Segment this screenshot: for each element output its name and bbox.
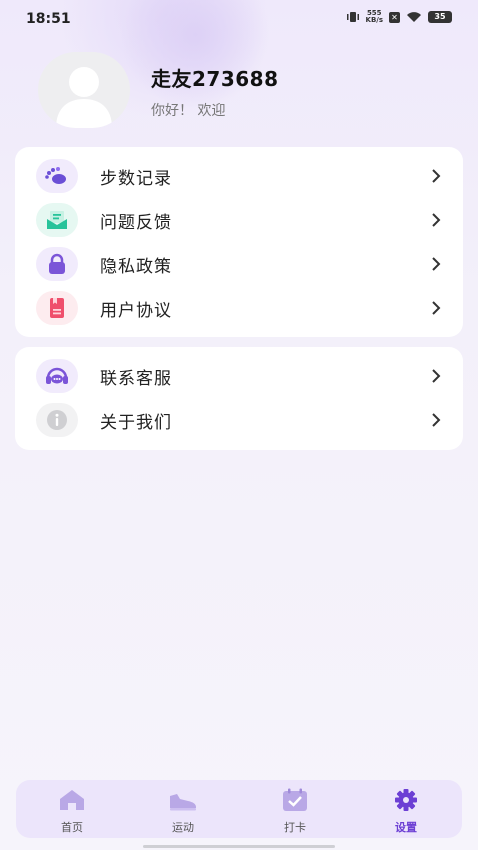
battery-icon: 35 — [428, 11, 452, 23]
menu-item-feedback[interactable]: 问题反馈 — [15, 198, 463, 242]
tab-home[interactable]: 首页 — [32, 780, 112, 838]
sneaker-icon — [170, 794, 196, 811]
tab-label: 设置 — [395, 821, 417, 834]
feedback-icon — [36, 203, 78, 237]
menu-item-label: 关于我们 — [100, 412, 172, 433]
tab-label: 打卡 — [284, 821, 306, 834]
calendar-check-icon — [283, 788, 307, 811]
menu-card-support: 联系客服 关于我们 — [15, 347, 463, 450]
document-icon — [36, 291, 78, 325]
wifi-icon — [407, 12, 421, 22]
menu-item-about-us[interactable]: 关于我们 — [15, 398, 463, 442]
menu-item-label: 隐私政策 — [100, 256, 172, 277]
menu-item-label: 问题反馈 — [100, 212, 172, 233]
menu-item-label: 联系客服 — [100, 368, 172, 389]
menu-item-customer-service[interactable]: 联系客服 — [15, 354, 463, 398]
chevron-right-icon — [432, 257, 441, 271]
chevron-right-icon — [432, 213, 441, 227]
menu-card-main: 步数记录 问题反馈 隐私政策 用户协议 — [15, 147, 463, 337]
footprint-icon — [36, 159, 78, 193]
default-avatar-icon — [56, 67, 112, 128]
tab-settings[interactable]: 设置 — [366, 780, 446, 838]
network-speed: 555 KB/s — [365, 9, 383, 24]
lock-icon — [36, 247, 78, 281]
gear-icon — [395, 789, 417, 811]
info-icon — [36, 403, 78, 437]
menu-item-privacy-policy[interactable]: 隐私政策 — [15, 242, 463, 286]
menu-item-step-records[interactable]: 步数记录 — [15, 154, 463, 198]
chevron-right-icon — [432, 413, 441, 427]
headset-icon — [36, 359, 78, 393]
greeting-text: 你好！ 欢迎 — [151, 103, 226, 119]
no-sim-icon: ✕ — [389, 11, 400, 23]
status-bar: 18:51 555 KB/s ✕ 35 — [0, 0, 478, 38]
chevron-right-icon — [432, 369, 441, 383]
tab-label: 首页 — [61, 821, 83, 834]
avatar[interactable] — [38, 52, 130, 128]
chevron-right-icon — [432, 169, 441, 183]
status-icons: 555 KB/s ✕ 35 — [346, 10, 452, 24]
chevron-right-icon — [432, 301, 441, 315]
bottom-tab-bar: 首页 运动 打卡 设置 — [16, 780, 462, 838]
menu-item-label: 步数记录 — [100, 168, 172, 189]
tab-checkin[interactable]: 打卡 — [255, 780, 335, 838]
status-time: 18:51 — [26, 11, 71, 27]
vibrate-icon — [346, 12, 359, 22]
tab-label: 运动 — [172, 821, 194, 834]
home-icon — [60, 790, 84, 810]
menu-item-user-agreement[interactable]: 用户协议 — [15, 286, 463, 330]
menu-item-label: 用户协议 — [100, 300, 172, 321]
tab-sport[interactable]: 运动 — [143, 780, 223, 838]
home-indicator[interactable] — [143, 845, 335, 848]
username: 走友273688 — [151, 67, 279, 91]
